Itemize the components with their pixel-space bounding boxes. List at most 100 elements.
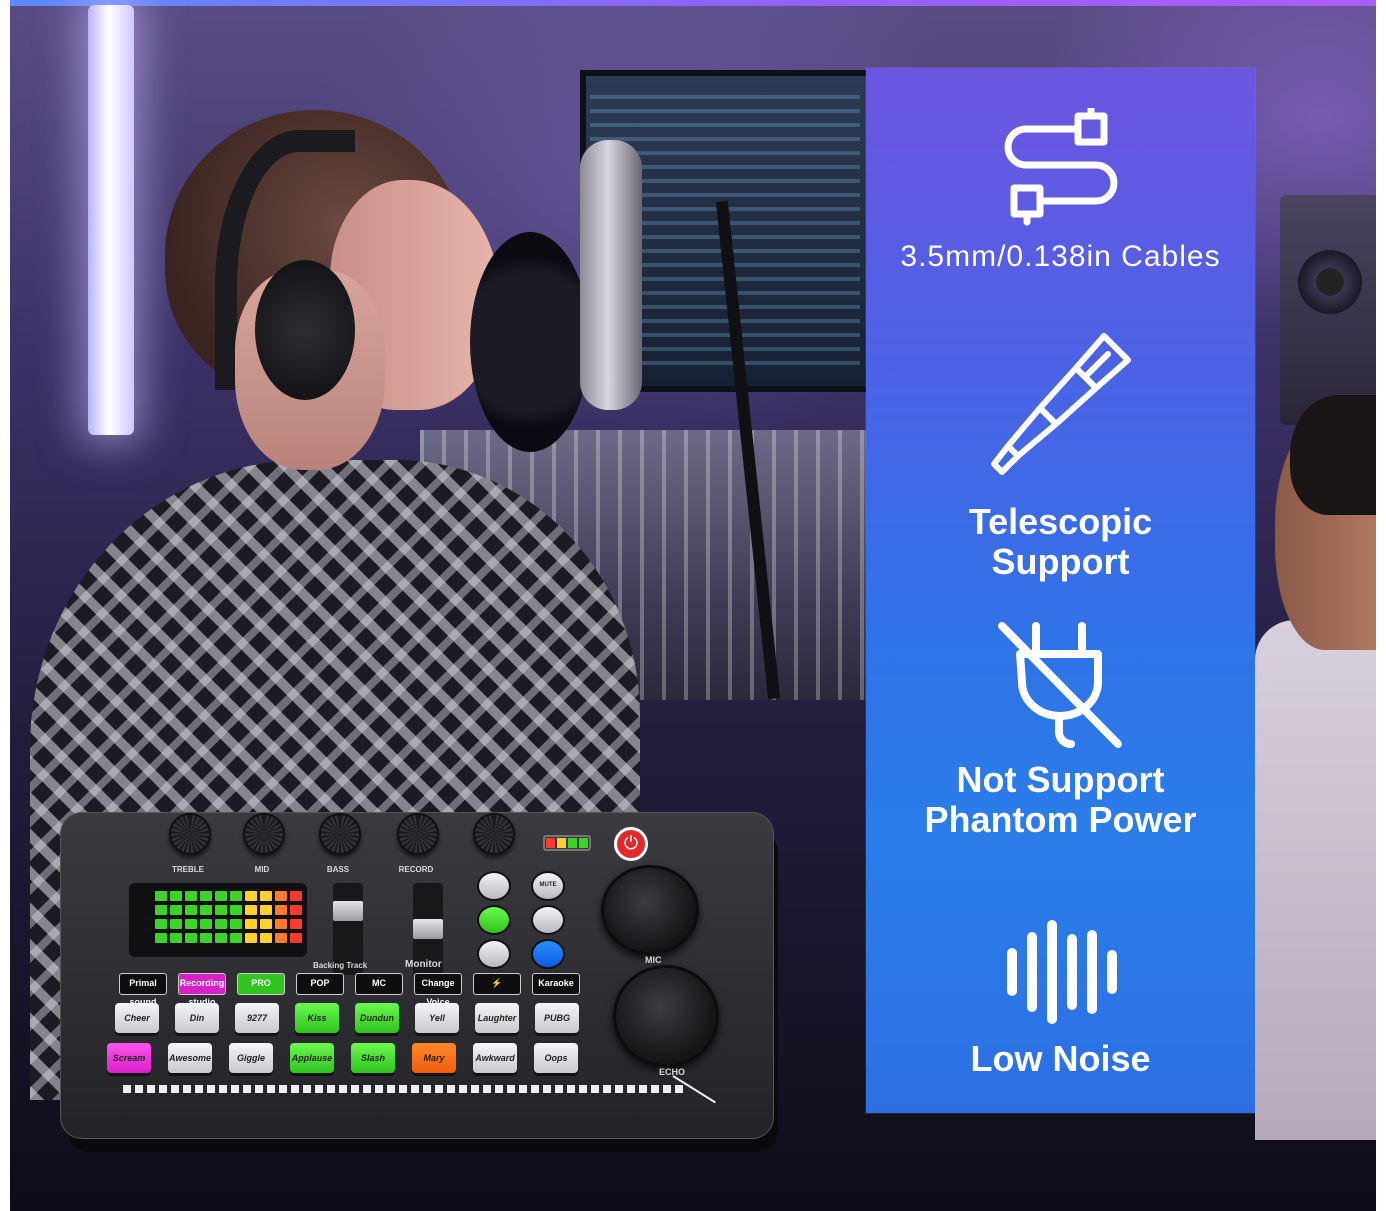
bass-knob[interactable] xyxy=(319,813,361,855)
device-decorative-stripe xyxy=(123,1085,683,1093)
vu-meter-cell xyxy=(290,905,302,915)
vu-meter-cell xyxy=(290,891,302,901)
sound-effect-pad[interactable]: Cheer xyxy=(115,1003,159,1033)
vu-meter-cell xyxy=(260,933,272,943)
sound-effect-pad[interactable]: PUBG xyxy=(535,1003,579,1033)
bass-label: BASS xyxy=(326,865,350,874)
left-border xyxy=(0,0,10,1211)
vu-meter-cell xyxy=(155,933,167,943)
mic-volume-knob[interactable] xyxy=(601,865,699,955)
device-body: TREBLE MID BASS RECORD ⏻ Backing Track M… xyxy=(60,812,774,1139)
bluetooth-button[interactable] xyxy=(531,939,565,969)
vu-meter-cell xyxy=(245,891,257,901)
vu-meter-cell xyxy=(230,919,242,929)
mode-button[interactable]: Primal sound xyxy=(119,973,167,1007)
record-label: RECORD xyxy=(398,865,434,874)
vu-meter-cell xyxy=(200,891,212,901)
treble-knob[interactable] xyxy=(169,813,211,855)
telescopic-icon xyxy=(990,333,1131,475)
sound-effect-pad[interactable]: Yell xyxy=(415,1003,459,1033)
vu-meter-cell xyxy=(260,905,272,915)
sound-effect-pad[interactable]: Dundun xyxy=(355,1003,399,1033)
sound-effect-pad[interactable]: Scream xyxy=(107,1043,151,1073)
monitor-label: Monitor xyxy=(405,959,442,970)
backing-track-label: Backing Track xyxy=(313,961,368,970)
effect-round-button-1[interactable] xyxy=(477,871,511,901)
vu-meter-cell xyxy=(215,905,227,915)
vu-meter-cell xyxy=(245,919,257,929)
vu-meter-cell xyxy=(275,919,287,929)
mode-button[interactable]: Recording studio xyxy=(178,973,226,1007)
vu-meter-cell xyxy=(290,933,302,943)
led-light-tube xyxy=(88,5,134,435)
vu-meter-cell xyxy=(275,891,287,901)
vu-meter-cell xyxy=(155,891,167,901)
mode-button[interactable]: Karaoke xyxy=(532,973,580,995)
speaker-cone xyxy=(1298,250,1362,314)
echo-knob[interactable] xyxy=(613,965,719,1067)
sound-effect-pad[interactable]: Giggle xyxy=(229,1043,273,1073)
engineer-shirt xyxy=(1255,620,1386,1140)
effect-round-button-5[interactable] xyxy=(531,905,565,935)
condenser-microphone xyxy=(580,140,642,410)
vu-meter-cell xyxy=(170,919,182,929)
mute-button[interactable]: MUTE xyxy=(531,871,565,901)
mode-button[interactable]: POP xyxy=(296,973,344,995)
mode-button[interactable]: Change Voice xyxy=(414,973,462,1007)
vu-meter-cell xyxy=(245,933,257,943)
feature-telescopic: Telescopic Support xyxy=(866,330,1255,582)
vu-meter-cell xyxy=(170,905,182,915)
vu-meter-cell xyxy=(200,933,212,943)
vu-meter-cell xyxy=(170,891,182,901)
headphones-cup xyxy=(255,260,355,400)
effect-round-button-3[interactable] xyxy=(477,939,511,969)
top-accent-bar xyxy=(0,0,1386,6)
vu-meter-cell xyxy=(200,919,212,929)
vu-meter-cell xyxy=(185,905,197,915)
sound-effect-pad[interactable]: Kiss xyxy=(295,1003,339,1033)
mode-button[interactable]: ⚡ xyxy=(473,973,521,995)
feature-cables: 3.5mm/0.138in Cables xyxy=(866,108,1255,274)
sound-effect-pad[interactable]: Awkward xyxy=(473,1043,517,1073)
sound-effect-pad[interactable]: Slash xyxy=(351,1043,395,1073)
vu-meter-cell xyxy=(245,905,257,915)
vu-meter-cell xyxy=(155,905,167,915)
sound-wave-icon xyxy=(1006,920,1117,1024)
vu-meter-grid xyxy=(155,891,302,943)
vu-meter-cell xyxy=(290,919,302,929)
feature-panel: 3.5mm/0.138in Cables Telescopic Support … xyxy=(866,68,1255,1113)
sound-effect-pad[interactable]: Awesome xyxy=(168,1043,212,1073)
vu-meter-cell xyxy=(230,933,242,943)
power-button[interactable]: ⏻ xyxy=(614,827,648,861)
feature-phantom-power-label: Not Support Phantom Power xyxy=(924,759,1197,840)
vu-meter-cell xyxy=(275,933,287,943)
effect-round-button-2[interactable] xyxy=(477,905,511,935)
engineer-hair xyxy=(1290,395,1386,515)
monitor-knob[interactable] xyxy=(473,813,515,855)
cable-icon xyxy=(1004,108,1117,226)
vu-meter-cell xyxy=(185,919,197,929)
sound-effect-pad[interactable]: Mary xyxy=(412,1043,456,1073)
vu-meter-cell xyxy=(200,905,212,915)
sound-effect-pad[interactable]: Applause xyxy=(290,1043,334,1073)
record-knob[interactable] xyxy=(397,813,439,855)
fader-cap[interactable] xyxy=(333,901,363,921)
fader-cap[interactable] xyxy=(413,919,443,939)
mode-button[interactable]: MC xyxy=(355,973,403,995)
sound-effect-pad[interactable]: Oops xyxy=(534,1043,578,1073)
mid-knob[interactable] xyxy=(243,813,285,855)
mic-label: MIC xyxy=(645,955,662,965)
sound-card-device: TREBLE MID BASS RECORD ⏻ Backing Track M… xyxy=(60,812,778,1152)
treble-label: TREBLE xyxy=(172,865,204,874)
mid-label: MID xyxy=(254,865,270,874)
mode-button[interactable]: PRO xyxy=(237,973,285,995)
sound-effect-pad[interactable]: Din xyxy=(175,1003,219,1033)
vu-meter-display xyxy=(129,883,307,957)
sound-effect-pad[interactable]: 9277 xyxy=(235,1003,279,1033)
feature-telescopic-label: Telescopic Support xyxy=(968,501,1153,582)
sound-effect-pad[interactable]: Laughter xyxy=(475,1003,519,1033)
pop-filter xyxy=(470,232,590,452)
vu-meter-cell xyxy=(215,891,227,901)
feature-low-noise: Low Noise xyxy=(866,920,1255,1080)
vu-meter-cell xyxy=(170,933,182,943)
